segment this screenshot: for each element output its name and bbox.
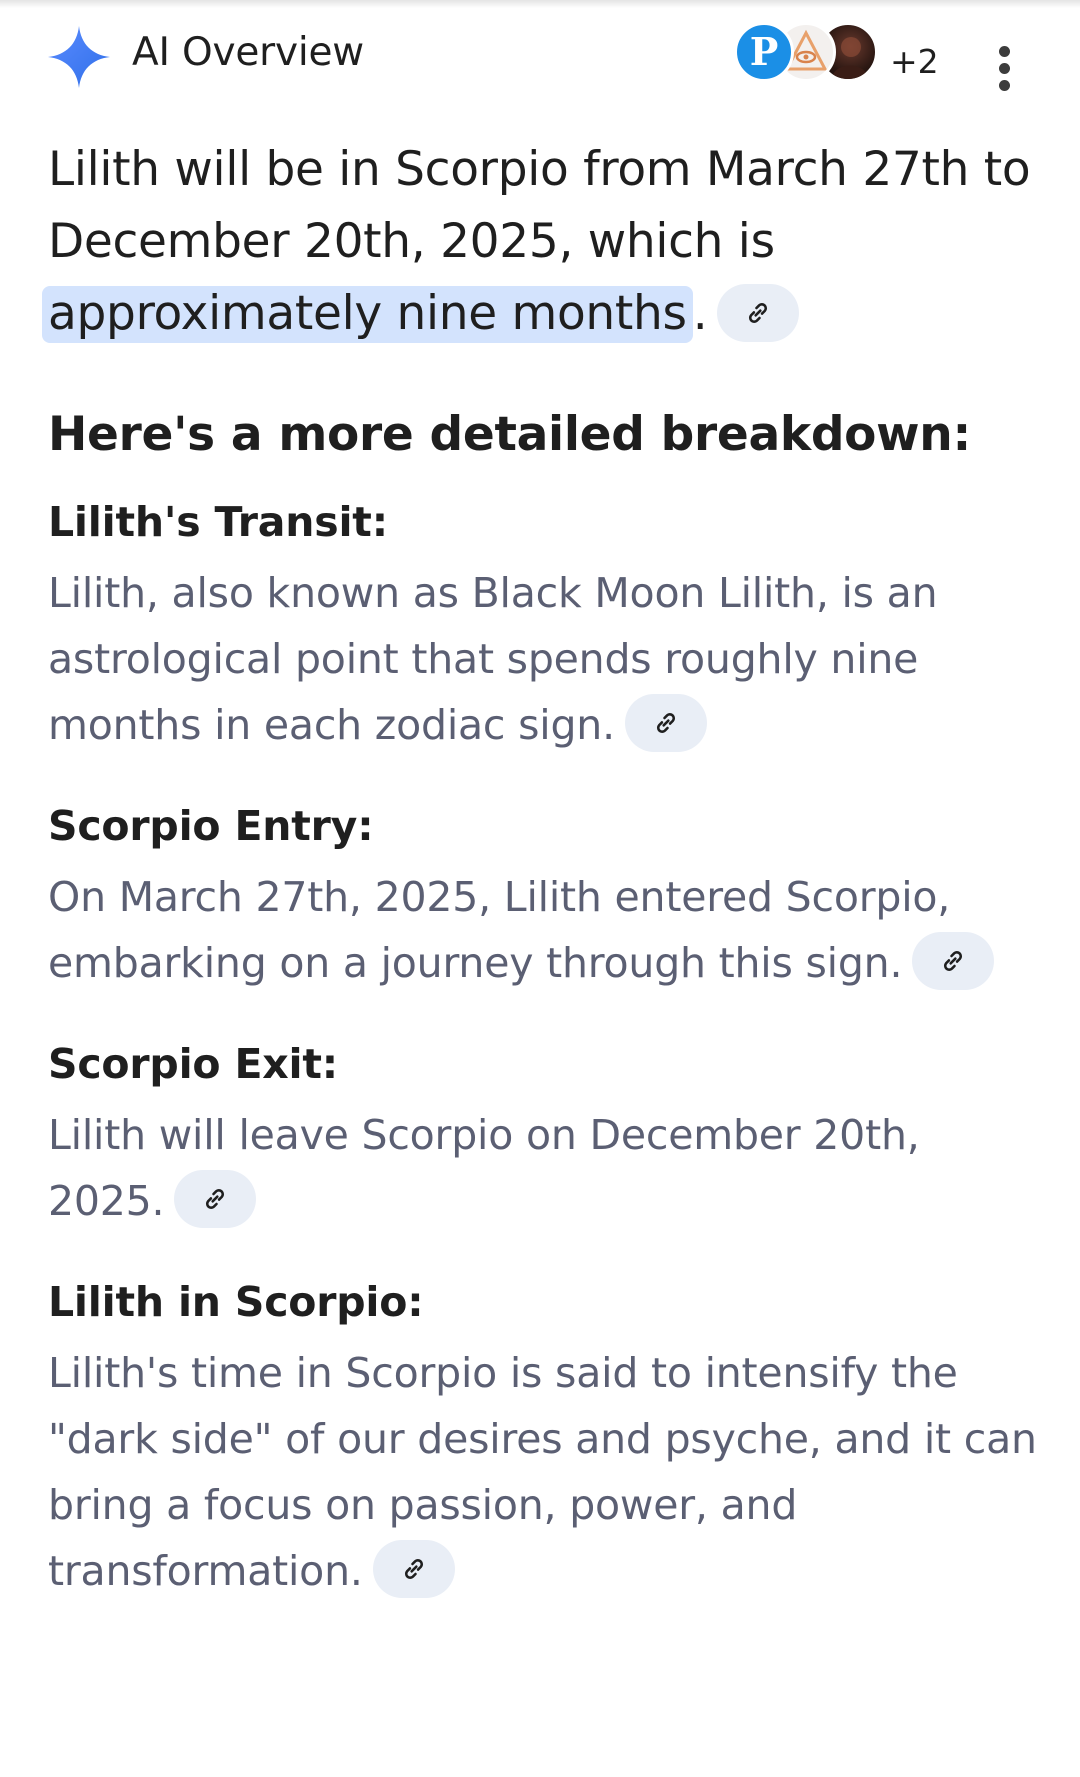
source-avatars[interactable]: P	[734, 22, 904, 86]
breakdown-item: Scorpio Exit: Lilith will leave Scorpio …	[48, 1038, 1048, 1234]
summary-text: Lilith will be in Scorpio from March 27t…	[48, 142, 1031, 269]
breakdown-item-body: On March 27th, 2025, Lilith entered Scor…	[48, 873, 951, 987]
source-avatar-p[interactable]: P	[734, 22, 794, 82]
breakdown-item-title: Scorpio Exit:	[48, 1040, 338, 1088]
citation-link-button[interactable]	[624, 694, 707, 752]
ai-overview-content: Lilith will be in Scorpio from March 27t…	[42, 134, 1048, 1604]
citation-link-button[interactable]	[717, 283, 800, 342]
avatar-letter: P	[749, 29, 779, 74]
breakdown-item-text: Lilith's time in Scorpio is said to inte…	[48, 1340, 1048, 1604]
breakdown-item-text: Lilith, also known as Black Moon Lilith,…	[48, 560, 1048, 758]
link-icon	[206, 1189, 225, 1209]
breakdown-item: Scorpio Entry: On March 27th, 2025, Lili…	[48, 800, 1048, 996]
link-icon	[749, 302, 768, 323]
breakdown-item-title: Lilith in Scorpio:	[48, 1278, 424, 1326]
link-icon	[944, 951, 963, 971]
breakdown-item-text: Lilith will leave Scorpio on December 20…	[48, 1102, 1048, 1234]
citation-link-button[interactable]	[174, 1170, 257, 1228]
citation-link-button[interactable]	[372, 1540, 455, 1598]
more-vert-icon[interactable]	[994, 46, 1014, 92]
breakdown-item: Lilith's Transit: Lilith, also known as …	[48, 496, 1048, 758]
breakdown-item: Lilith in Scorpio: Lilith's time in Scor…	[48, 1276, 1048, 1604]
breakdown-item-text: On March 27th, 2025, Lilith entered Scor…	[48, 864, 1048, 996]
breakdown-item-title: Scorpio Entry:	[48, 802, 374, 850]
link-icon	[404, 1559, 423, 1579]
citation-link-button[interactable]	[912, 932, 995, 990]
breakdown-heading: Here's a more detailed breakdown:	[48, 407, 971, 462]
more-sources-count[interactable]: +2	[890, 42, 939, 82]
breakdown-item-body: Lilith, also known as Black Moon Lilith,…	[48, 569, 938, 749]
ai-overview-title: AI Overview	[132, 30, 364, 75]
link-icon	[656, 713, 675, 733]
summary-highlight: approximately nine months	[42, 286, 693, 343]
sparkle-icon	[48, 26, 110, 88]
breakdown-item-title: Lilith's Transit:	[48, 498, 388, 546]
top-divider	[0, 0, 1080, 8]
summary-end: .	[692, 286, 708, 341]
breakdown-item-body: Lilith's time in Scorpio is said to inte…	[48, 1349, 1037, 1595]
ai-overview-header: AI Overview P +2	[0, 14, 1080, 94]
summary-paragraph: Lilith will be in Scorpio from March 27t…	[42, 134, 1048, 350]
